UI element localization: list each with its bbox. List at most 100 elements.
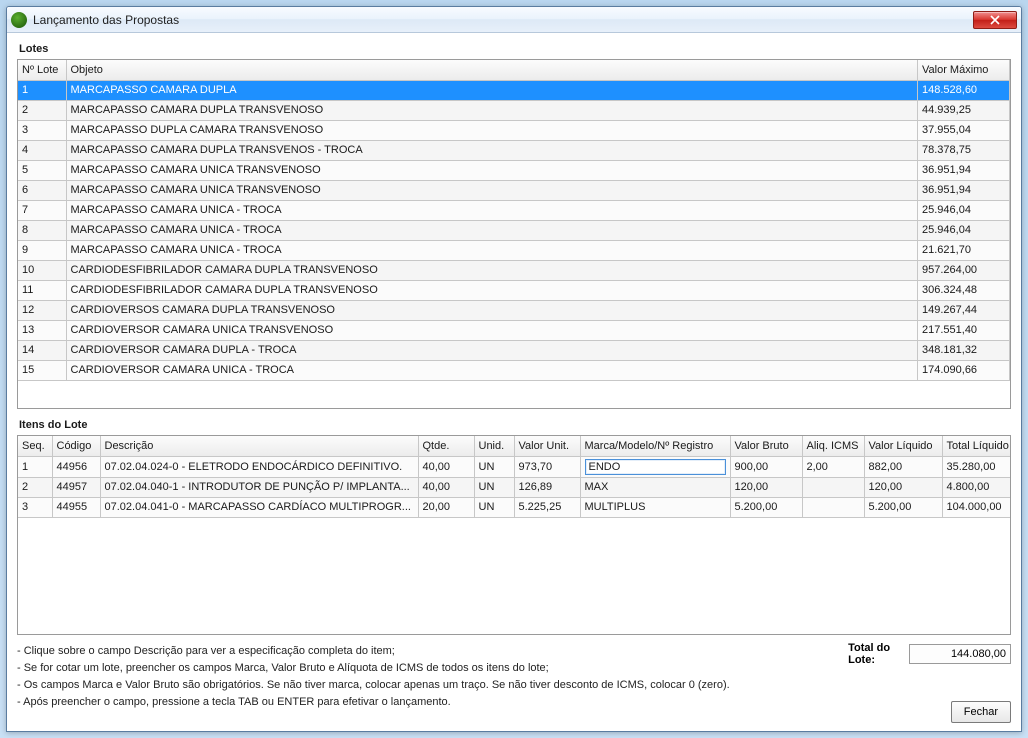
- table-row[interactable]: 11CARDIODESFIBRILADOR CAMARA DUPLA TRANS…: [18, 280, 1010, 300]
- table-row[interactable]: 14CARDIOVERSOR CAMARA DUPLA - TROCA348.1…: [18, 340, 1010, 360]
- table-row[interactable]: 9MARCAPASSO CAMARA UNICA - TROCA21.621,7…: [18, 240, 1010, 260]
- total-label: Total do Lote:: [848, 642, 903, 666]
- cell-lote-valor: 78.378,75: [918, 140, 1010, 160]
- col-unid[interactable]: Unid.: [474, 436, 514, 456]
- col-descricao[interactable]: Descrição: [100, 436, 418, 456]
- col-valorliq[interactable]: Valor Líquido: [864, 436, 942, 456]
- cell-lote-objeto: CARDIOVERSOR CAMARA UNICA - TROCA: [66, 360, 918, 380]
- table-row[interactable]: 4MARCAPASSO CAMARA DUPLA TRANSVENOS - TR…: [18, 140, 1010, 160]
- cell-lote-valor: 148.528,60: [918, 80, 1010, 100]
- lotes-scroll[interactable]: Nº Lote Objeto Valor Máximo 1MARCAPASSO …: [18, 60, 1010, 408]
- col-lote-num[interactable]: Nº Lote: [18, 60, 66, 80]
- hints: - Clique sobre o campo Descrição para ve…: [17, 643, 867, 723]
- cell-lote-valor: 21.621,70: [918, 240, 1010, 260]
- cell-aliq[interactable]: [802, 477, 864, 497]
- cell-lote-num: 15: [18, 360, 66, 380]
- cell-valorliq: 5.200,00: [864, 497, 942, 517]
- table-row[interactable]: 12CARDIOVERSOS CAMARA DUPLA TRANSVENOSO1…: [18, 300, 1010, 320]
- cell-lote-objeto: MARCAPASSO CAMARA DUPLA TRANSVENOS - TRO…: [66, 140, 918, 160]
- cell-codigo: 44957: [52, 477, 100, 497]
- cell-lote-num: 11: [18, 280, 66, 300]
- col-lote-valor[interactable]: Valor Máximo: [918, 60, 1010, 80]
- cell-lote-num: 3: [18, 120, 66, 140]
- table-row[interactable]: 6MARCAPASSO CAMARA UNICA TRANSVENOSO36.9…: [18, 180, 1010, 200]
- col-totalliq[interactable]: Total Líquido: [942, 436, 1010, 456]
- table-row[interactable]: 2MARCAPASSO CAMARA DUPLA TRANSVENOSO44.9…: [18, 100, 1010, 120]
- cell-valorliq: 882,00: [864, 456, 942, 477]
- cell-seq: 2: [18, 477, 52, 497]
- cell-marca[interactable]: ENDO: [580, 456, 730, 477]
- col-valorbruto[interactable]: Valor Bruto: [730, 436, 802, 456]
- cell-lote-valor: 25.946,04: [918, 220, 1010, 240]
- cell-valorunit: 973,70: [514, 456, 580, 477]
- cell-lote-valor: 149.267,44: [918, 300, 1010, 320]
- cell-unid: UN: [474, 456, 514, 477]
- table-row[interactable]: 8MARCAPASSO CAMARA UNICA - TROCA25.946,0…: [18, 220, 1010, 240]
- table-row[interactable]: 3MARCAPASSO DUPLA CAMARA TRANSVENOSO37.9…: [18, 120, 1010, 140]
- col-codigo[interactable]: Código: [52, 436, 100, 456]
- cell-lote-valor: 25.946,04: [918, 200, 1010, 220]
- cell-aliq[interactable]: 2,00: [802, 456, 864, 477]
- cell-lote-num: 10: [18, 260, 66, 280]
- itens-title: Itens do Lote: [19, 419, 1011, 431]
- cell-codigo: 44956: [52, 456, 100, 477]
- table-row[interactable]: 10CARDIODESFIBRILADOR CAMARA DUPLA TRANS…: [18, 260, 1010, 280]
- cell-codigo: 44955: [52, 497, 100, 517]
- cell-qtde: 40,00: [418, 456, 474, 477]
- footer-side: Total do Lote: 144.080,00 Fechar: [879, 643, 1011, 723]
- col-lote-objeto[interactable]: Objeto: [66, 60, 918, 80]
- itens-grid: Seq. Código Descrição Qtde. Unid. Valor …: [17, 435, 1011, 635]
- table-row[interactable]: 13CARDIOVERSOR CAMARA UNICA TRANSVENOSO2…: [18, 320, 1010, 340]
- cell-lote-num: 8: [18, 220, 66, 240]
- fechar-button[interactable]: Fechar: [951, 701, 1011, 723]
- cell-lote-num: 4: [18, 140, 66, 160]
- col-qtde[interactable]: Qtde.: [418, 436, 474, 456]
- itens-header-row: Seq. Código Descrição Qtde. Unid. Valor …: [18, 436, 1010, 456]
- cell-valorbruto[interactable]: 900,00: [730, 456, 802, 477]
- cell-valorbruto[interactable]: 120,00: [730, 477, 802, 497]
- table-row[interactable]: 14495607.02.04.024-0 - ELETRODO ENDOCÁRD…: [18, 456, 1010, 477]
- col-valorunit[interactable]: Valor Unit.: [514, 436, 580, 456]
- cell-lote-valor: 306.324,48: [918, 280, 1010, 300]
- cell-lote-objeto: MARCAPASSO CAMARA UNICA TRANSVENOSO: [66, 160, 918, 180]
- hint-line: - Clique sobre o campo Descrição para ve…: [17, 643, 867, 660]
- cell-descricao[interactable]: 07.02.04.041-0 - MARCAPASSO CARDÍACO MUL…: [100, 497, 418, 517]
- cell-valorunit: 5.225,25: [514, 497, 580, 517]
- col-seq[interactable]: Seq.: [18, 436, 52, 456]
- cell-lote-objeto: CARDIOVERSOR CAMARA UNICA TRANSVENOSO: [66, 320, 918, 340]
- cell-lote-objeto: MARCAPASSO CAMARA UNICA - TROCA: [66, 220, 918, 240]
- table-row[interactable]: 7MARCAPASSO CAMARA UNICA - TROCA25.946,0…: [18, 200, 1010, 220]
- cell-qtde: 40,00: [418, 477, 474, 497]
- cell-marca[interactable]: MAX: [580, 477, 730, 497]
- app-window: Lançamento das Propostas Lotes Nº Lote O…: [6, 6, 1022, 732]
- cell-lote-valor: 174.090,66: [918, 360, 1010, 380]
- cell-aliq[interactable]: [802, 497, 864, 517]
- cell-lote-valor: 37.955,04: [918, 120, 1010, 140]
- cell-lote-objeto: MARCAPASSO CAMARA UNICA - TROCA: [66, 240, 918, 260]
- footer: - Clique sobre o campo Descrição para ve…: [17, 643, 1011, 723]
- hint-line: - Após preencher o campo, pressione a te…: [17, 694, 867, 711]
- table-row[interactable]: 15CARDIOVERSOR CAMARA UNICA - TROCA174.0…: [18, 360, 1010, 380]
- cell-lote-num: 12: [18, 300, 66, 320]
- cell-seq: 1: [18, 456, 52, 477]
- cell-valorbruto[interactable]: 5.200,00: [730, 497, 802, 517]
- cell-lote-valor: 957.264,00: [918, 260, 1010, 280]
- cell-lote-valor: 44.939,25: [918, 100, 1010, 120]
- table-row[interactable]: 5MARCAPASSO CAMARA UNICA TRANSVENOSO36.9…: [18, 160, 1010, 180]
- itens-scroll[interactable]: Seq. Código Descrição Qtde. Unid. Valor …: [18, 436, 1010, 634]
- close-button[interactable]: [973, 11, 1017, 29]
- cell-lote-valor: 36.951,94: [918, 180, 1010, 200]
- col-aliq[interactable]: Aliq. ICMS: [802, 436, 864, 456]
- cell-descricao[interactable]: 07.02.04.040-1 - INTRODUTOR DE PUNÇÃO P/…: [100, 477, 418, 497]
- close-icon: [990, 15, 1000, 25]
- table-row[interactable]: 24495707.02.04.040-1 - INTRODUTOR DE PUN…: [18, 477, 1010, 497]
- cell-seq: 3: [18, 497, 52, 517]
- cell-descricao[interactable]: 07.02.04.024-0 - ELETRODO ENDOCÁRDICO DE…: [100, 456, 418, 477]
- cell-lote-num: 1: [18, 80, 66, 100]
- cell-unid: UN: [474, 497, 514, 517]
- table-row[interactable]: 1MARCAPASSO CAMARA DUPLA148.528,60: [18, 80, 1010, 100]
- cell-marca[interactable]: MULTIPLUS: [580, 497, 730, 517]
- cell-lote-valor: 36.951,94: [918, 160, 1010, 180]
- table-row[interactable]: 34495507.02.04.041-0 - MARCAPASSO CARDÍA…: [18, 497, 1010, 517]
- col-marca[interactable]: Marca/Modelo/Nº Registro: [580, 436, 730, 456]
